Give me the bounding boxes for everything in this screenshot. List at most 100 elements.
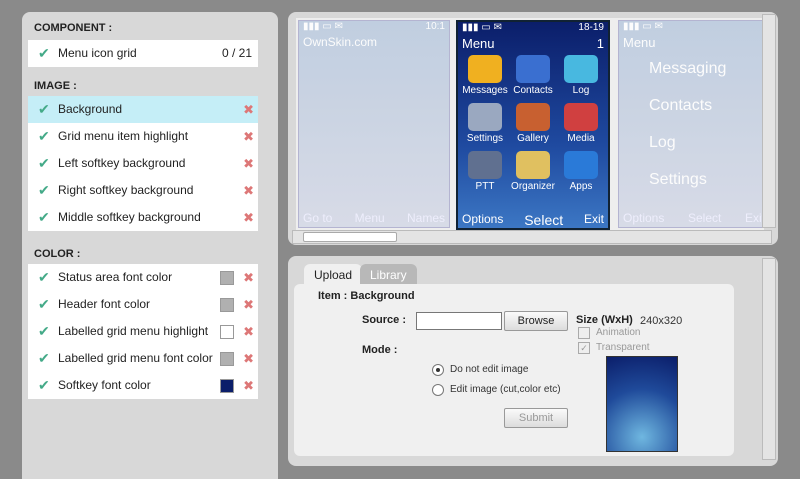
check-icon: ✔ xyxy=(38,269,50,285)
grid-item[interactable]: Gallery xyxy=(510,101,556,147)
left-panel: COMPONENT : ✔ Menu icon grid 0 / 21 IMAG… xyxy=(22,12,278,479)
tab-library[interactable]: Library xyxy=(360,264,417,286)
component-list: ✔ Menu icon grid 0 / 21 xyxy=(28,40,258,67)
animation-label: Animation xyxy=(596,327,641,338)
list-item[interactable]: ✔ Background ✖ xyxy=(28,96,258,123)
phone-preview-main[interactable]: ▮▮▮ ▭ ✉ 18-19 Menu 1 Messages Contacts Log… xyxy=(456,20,610,230)
phone-preview-right[interactable]: ▮▮▮ ▭ ✉ Menu Messaging Contacts Log Sett… xyxy=(618,20,764,228)
source-input[interactable] xyxy=(416,312,502,330)
wrench-icon xyxy=(468,103,502,131)
delete-icon[interactable]: ✖ xyxy=(243,204,254,231)
tab-upload[interactable]: Upload xyxy=(304,264,363,286)
source-label: Source : xyxy=(362,314,407,326)
color-swatch[interactable] xyxy=(220,325,234,339)
list-item[interactable]: ✔ Labelled grid menu highlight ✖ xyxy=(28,318,258,345)
mode-no-edit-label: Do not edit image xyxy=(450,364,529,375)
check-icon: ✔ xyxy=(38,128,50,144)
color-swatch[interactable] xyxy=(220,379,234,393)
softkeys: Go to Menu Names xyxy=(303,211,445,225)
grid-item[interactable]: Settings xyxy=(462,101,508,147)
delete-icon[interactable]: ✖ xyxy=(243,264,254,291)
color-swatch[interactable] xyxy=(220,352,234,366)
list-item[interactable]: ✔ Left softkey background ✖ xyxy=(28,150,258,177)
apps-icon xyxy=(564,151,598,179)
grid-item[interactable]: Apps xyxy=(558,149,604,195)
check-icon: ✔ xyxy=(38,45,50,61)
menu-title: Menu 1 xyxy=(462,36,604,51)
list-item[interactable]: ✔ Grid menu item highlight ✖ xyxy=(28,123,258,150)
calendar-icon xyxy=(516,151,550,179)
horizontal-scrollbar[interactable] xyxy=(292,230,772,244)
watermark: OwnSkin.com xyxy=(303,35,378,49)
check-icon: ✔ xyxy=(38,182,50,198)
image-header: IMAGE : xyxy=(34,80,77,92)
preview-window: ▮▮▮ ▭ ✉ 10:1 OwnSkin.com Go to Menu Names ▮… xyxy=(288,12,778,245)
mode-no-edit-radio[interactable] xyxy=(432,364,444,376)
list-item[interactable]: ✔ Status area font color ✖ xyxy=(28,264,258,291)
image-list: ✔ Background ✖ ✔ Grid menu item highlight ✖ … xyxy=(28,96,258,231)
size-value: 240x320 xyxy=(640,315,683,327)
check-icon: ✔ xyxy=(38,101,50,117)
softkeys: Options Select Exit xyxy=(462,212,604,228)
phone-icon xyxy=(516,55,550,83)
mode-edit-radio[interactable] xyxy=(432,384,444,396)
item-label: Item : Background xyxy=(318,290,415,302)
phone-preview-left[interactable]: ▮▮▮ ▭ ✉ 10:1 OwnSkin.com Go to Menu Names xyxy=(298,20,450,228)
transparent-label: Transparent xyxy=(596,342,650,353)
delete-icon[interactable]: ✖ xyxy=(243,177,254,204)
list-item[interactable]: ✔ Softkey font color ✖ xyxy=(28,372,258,399)
grid-item[interactable]: PTT xyxy=(462,149,508,195)
check-icon: ✔ xyxy=(38,377,50,393)
mode-edit-label: Edit image (cut,color etc) xyxy=(450,384,561,395)
delete-icon[interactable]: ✖ xyxy=(243,96,254,123)
check-icon: ✔ xyxy=(38,323,50,339)
delete-icon[interactable]: ✖ xyxy=(243,150,254,177)
clapper-icon xyxy=(564,103,598,131)
envelope-icon xyxy=(468,55,502,83)
status-bar: ▮▮▮ ▭ ✉ 18-19 xyxy=(462,22,604,33)
delete-icon[interactable]: ✖ xyxy=(243,291,254,318)
list-item[interactable]: ✔ Header font color ✖ xyxy=(28,291,258,318)
upload-panel: Item : Background Source : Browse Size (… xyxy=(294,284,734,456)
check-icon: ✔ xyxy=(38,209,50,225)
vertical-scrollbar[interactable] xyxy=(762,14,776,228)
list-item[interactable]: ✔ Menu icon grid 0 / 21 xyxy=(28,40,258,67)
check-icon: ✔ xyxy=(38,296,50,312)
list-item[interactable]: ✔ Middle softkey background ✖ xyxy=(28,204,258,231)
delete-icon[interactable]: ✖ xyxy=(243,345,254,372)
preview-viewport: ▮▮▮ ▭ ✉ 10:1 OwnSkin.com Go to Menu Names ▮… xyxy=(296,18,764,230)
component-header: COMPONENT : xyxy=(34,22,113,34)
color-swatch[interactable] xyxy=(220,298,234,312)
menu-grid: Messages Contacts Log Settings Gallery M… xyxy=(458,51,608,197)
item-count: 0 / 21 xyxy=(221,46,252,60)
mode-label: Mode : xyxy=(362,344,398,356)
vertical-scrollbar[interactable] xyxy=(762,258,776,460)
grid-item[interactable]: Contacts xyxy=(510,53,556,99)
transparent-checkbox[interactable]: ✓ xyxy=(578,342,590,354)
animation-checkbox[interactable] xyxy=(578,327,590,339)
edit-window: Upload Library Item : Background Source … xyxy=(288,256,778,466)
arrows-icon xyxy=(564,55,598,83)
check-icon: ✔ xyxy=(38,350,50,366)
browse-button[interactable]: Browse xyxy=(504,311,568,331)
color-list: ✔ Status area font color ✖ ✔ Header font co… xyxy=(28,264,258,399)
grid-item[interactable]: Organizer xyxy=(510,149,556,195)
delete-icon[interactable]: ✖ xyxy=(243,372,254,399)
grid-item[interactable]: Log xyxy=(558,53,604,99)
grid-item[interactable]: Messages xyxy=(462,53,508,99)
check-icon: ✔ xyxy=(38,155,50,171)
color-swatch[interactable] xyxy=(220,271,234,285)
list-item[interactable]: ✔ Labelled grid menu font color ✖ xyxy=(28,345,258,372)
list-item[interactable]: ✔ Right softkey background ✖ xyxy=(28,177,258,204)
image-thumbnail xyxy=(606,356,678,452)
size-label: Size (WxH) xyxy=(576,314,633,326)
status-bar: ▮▮▮ ▭ ✉ xyxy=(623,21,663,32)
list-menu: Messaging Contacts Log Settings xyxy=(649,60,727,188)
grid-item[interactable]: Media xyxy=(558,101,604,147)
delete-icon[interactable]: ✖ xyxy=(243,318,254,345)
status-bar: ▮▮▮ ▭ ✉ 10:1 xyxy=(303,21,445,32)
color-header: COLOR : xyxy=(34,248,81,260)
scroll-thumb[interactable] xyxy=(303,232,397,242)
delete-icon[interactable]: ✖ xyxy=(243,123,254,150)
submit-button[interactable]: Submit xyxy=(504,408,568,428)
